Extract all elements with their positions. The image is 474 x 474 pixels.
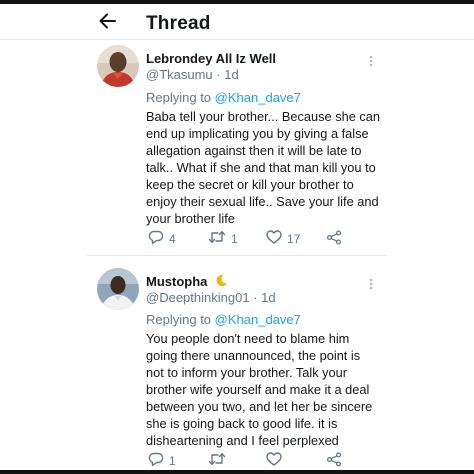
heart-icon xyxy=(266,230,282,247)
tweet-body-line: Baba tell your brother... Because she ca… xyxy=(146,109,381,124)
like-count: 17 xyxy=(287,231,301,246)
like-button[interactable]: 17 xyxy=(266,230,300,247)
crescent-moon-icon xyxy=(215,274,228,290)
tweet-1[interactable]: Lebrondey All Iz Well @Tkasumu · 1d Repl… xyxy=(87,40,387,254)
replying-to-label: Replying to xyxy=(146,312,212,327)
author-handle[interactable]: @Deepthinking01 xyxy=(146,290,250,305)
author-handle-row: @Tkasumu · 1d xyxy=(146,67,239,82)
tweet-time: 1d xyxy=(261,290,276,305)
meta-separator: · xyxy=(253,290,258,305)
tweet-body-line: You people don't need to blame him xyxy=(146,331,350,346)
more-options-icon[interactable] xyxy=(363,53,379,69)
tweet-body-line: talk.. What if she and that man kill you… xyxy=(146,160,376,175)
tweet-body-line: not to inform your brother. Talk your xyxy=(146,365,348,380)
retweet-icon xyxy=(208,230,226,247)
replying-to-mention[interactable]: @Khan_dave7 xyxy=(215,312,301,327)
meta-separator: · xyxy=(216,67,221,82)
tweet-body-line: between you two, and let her be sincere xyxy=(146,399,373,414)
tweet-body-line: disheartening and I feel perplexed xyxy=(146,433,339,448)
tweet-actions: 1 xyxy=(146,452,371,470)
reply-button[interactable]: 1 xyxy=(148,452,176,470)
replying-to-mention[interactable]: @Khan_dave7 xyxy=(215,90,301,105)
tweet-body-line: end up implicating you by giving a false xyxy=(146,126,369,141)
retweet-button[interactable] xyxy=(208,452,231,469)
replying-to: Replying to @Khan_dave7 xyxy=(146,90,301,105)
thread-screen: Thread Lebrondey All Iz Well @Tkasumu · … xyxy=(0,0,474,474)
author-handle-row: @Deepthinking01 · 1d xyxy=(146,290,276,305)
share-icon xyxy=(326,452,342,470)
author-name-row: Mustopha xyxy=(146,274,228,290)
retweet-button[interactable]: 1 xyxy=(208,230,238,247)
avatar[interactable] xyxy=(97,45,139,87)
tweet-2[interactable]: Mustopha @Deepthinking01 · 1d Replying t… xyxy=(87,256,387,470)
back-arrow-icon xyxy=(98,13,116,34)
tweet-body: You people don't need to blame him going… xyxy=(146,330,382,449)
author-name[interactable]: Mustopha xyxy=(146,274,207,289)
thread-header: Thread xyxy=(0,5,474,39)
replying-to-label: Replying to xyxy=(146,90,212,105)
reply-count: 1 xyxy=(169,454,176,468)
avatar[interactable] xyxy=(97,268,139,310)
author-name[interactable]: Lebrondey All Iz Well xyxy=(146,51,276,66)
tweet-body-line: going there unannounced, the point is xyxy=(146,348,361,363)
retweet-icon xyxy=(208,452,226,469)
share-icon xyxy=(326,230,342,248)
tweet-body-line: allegation against then it will be late … xyxy=(146,143,362,158)
share-button[interactable] xyxy=(326,452,342,470)
reply-count: 4 xyxy=(169,232,176,246)
tweet-time: 1d xyxy=(224,67,239,82)
tweet-body-line: enjoy their sexual life.. Save your life… xyxy=(146,194,379,209)
heart-icon xyxy=(266,452,282,469)
tweet-body-line: keep the secret or kill your brother to xyxy=(146,177,354,192)
reply-icon xyxy=(148,452,164,470)
page-title: Thread xyxy=(146,13,211,34)
tweet-body: Baba tell your brother... Because she ca… xyxy=(146,108,382,227)
tweet-actions: 4 1 17 xyxy=(146,230,371,248)
author-handle[interactable]: @Tkasumu xyxy=(146,67,213,82)
like-button[interactable] xyxy=(266,452,287,469)
back-button[interactable] xyxy=(93,9,121,37)
reply-button[interactable]: 4 xyxy=(148,230,176,248)
top-edge-bar xyxy=(0,0,474,4)
tweet-body-line: she is going back to good life. it is xyxy=(146,416,338,431)
tweet-body-line: brother wife yourself and make it a deal xyxy=(146,382,370,397)
share-button[interactable] xyxy=(326,230,342,248)
replying-to: Replying to @Khan_dave7 xyxy=(146,312,301,327)
more-options-icon[interactable] xyxy=(363,276,379,292)
tweet-body-line: your brother life xyxy=(146,211,235,226)
reply-icon xyxy=(148,230,164,248)
bottom-edge-bar xyxy=(0,470,474,474)
retweet-count: 1 xyxy=(231,231,238,246)
